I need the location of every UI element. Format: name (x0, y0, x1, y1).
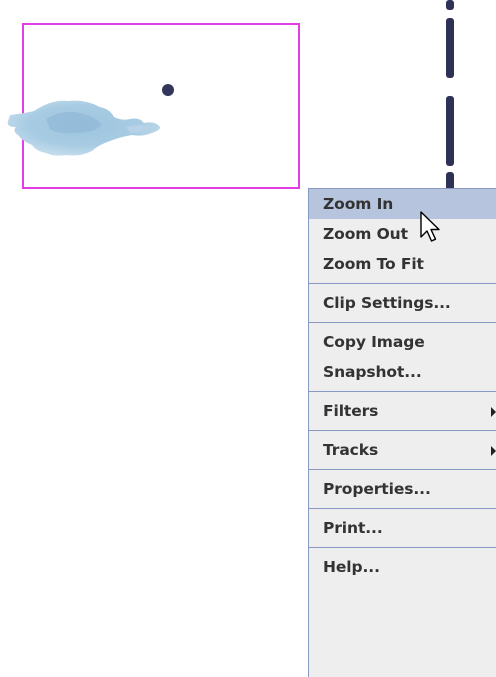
menu-item-label: Clip Settings... (323, 294, 451, 312)
menu-item-zoom-to-fit[interactable]: Zoom To Fit (309, 249, 496, 279)
menu-item-label: Zoom To Fit (323, 255, 424, 273)
context-menu: Zoom In Zoom Out Zoom To Fit Clip Settin… (308, 188, 496, 677)
menu-item-label: Help... (323, 558, 380, 576)
clip-frame[interactable] (7, 23, 300, 189)
menu-item-copy-image[interactable]: Copy Image (309, 327, 496, 357)
marker-dot (162, 84, 174, 96)
menu-item-label: Print... (323, 519, 383, 537)
menu-separator (309, 322, 496, 323)
menu-item-print[interactable]: Print... (309, 513, 496, 543)
menu-item-label: Filters (323, 402, 379, 420)
menu-item-label: Copy Image (323, 333, 425, 351)
menu-item-tracks[interactable]: Tracks (309, 435, 496, 465)
menu-item-properties[interactable]: Properties... (309, 474, 496, 504)
menu-separator (309, 508, 496, 509)
menu-separator (309, 547, 496, 548)
menu-item-snapshot[interactable]: Snapshot... (309, 357, 496, 387)
menu-item-zoom-out[interactable]: Zoom Out (309, 219, 496, 249)
video-viewer[interactable]: Zoom In Zoom Out Zoom To Fit Clip Settin… (0, 0, 496, 677)
splash-blob (7, 100, 160, 156)
track-path (446, 0, 454, 200)
menu-separator (309, 469, 496, 470)
menu-item-label: Properties... (323, 480, 431, 498)
menu-item-label: Tracks (323, 441, 379, 459)
submenu-arrow-icon (491, 407, 496, 417)
menu-item-filters[interactable]: Filters (309, 396, 496, 426)
menu-item-label: Zoom Out (323, 225, 408, 243)
menu-item-clip-settings[interactable]: Clip Settings... (309, 288, 496, 318)
menu-separator (309, 430, 496, 431)
menu-item-help[interactable]: Help... (309, 552, 496, 582)
menu-item-zoom-in[interactable]: Zoom In (309, 189, 496, 219)
submenu-arrow-icon (491, 446, 496, 456)
menu-separator (309, 391, 496, 392)
menu-item-label: Zoom In (323, 195, 394, 213)
menu-separator (309, 283, 496, 284)
menu-item-label: Snapshot... (323, 363, 422, 381)
